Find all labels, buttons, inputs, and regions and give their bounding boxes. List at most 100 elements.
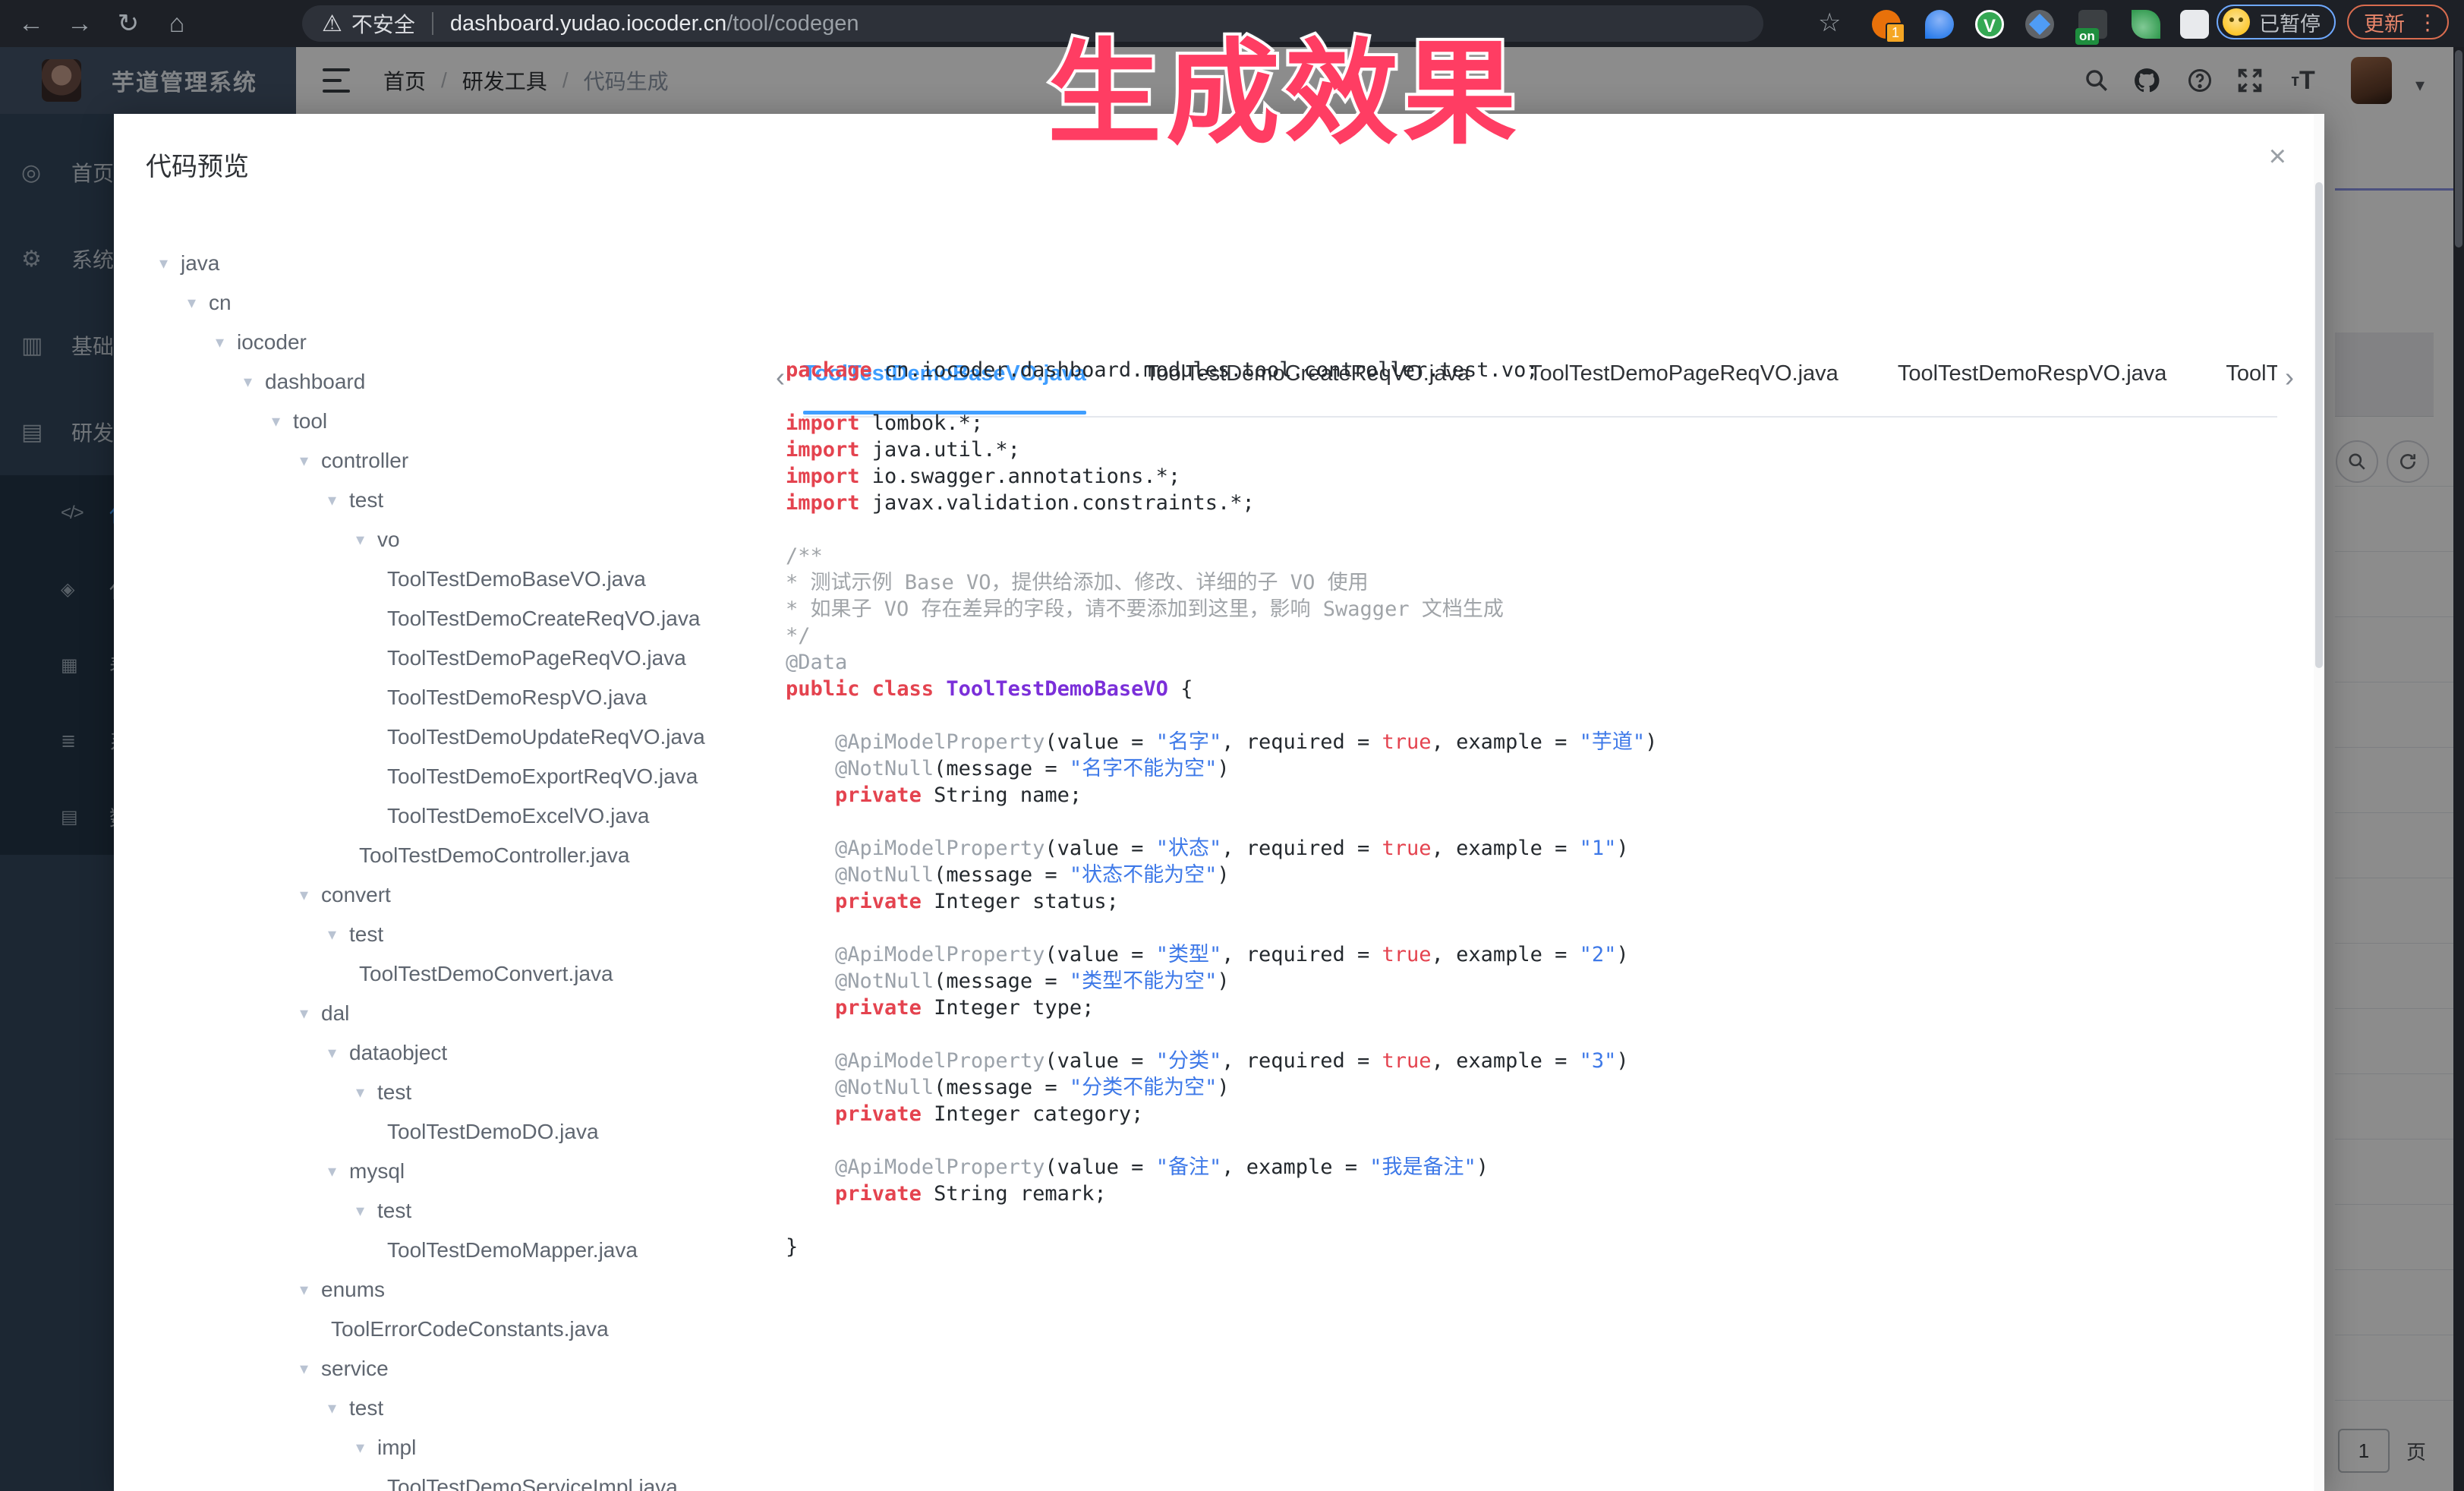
browser-update-button[interactable]: 更新 ⋮: [2347, 5, 2449, 39]
tree-caret-icon[interactable]: ▾: [300, 1280, 321, 1300]
tree-caret-icon[interactable]: ▾: [328, 1398, 349, 1418]
tree-caret-icon[interactable]: ▾: [216, 333, 237, 352]
tree-folder-node[interactable]: ▾dataobject: [114, 1033, 759, 1073]
tree-folder-node[interactable]: ▾mysql: [114, 1152, 759, 1191]
browser-reload-button[interactable]: ↻: [111, 6, 146, 41]
tree-node-label: impl: [377, 1436, 416, 1460]
extension-icon-diamond[interactable]: [2025, 10, 2054, 39]
tree-caret-icon[interactable]: ▾: [187, 293, 209, 313]
extension-icon-switch[interactable]: on: [2078, 10, 2107, 39]
tree-folder-node[interactable]: ▾service: [114, 1349, 759, 1389]
code-line: [786, 516, 2296, 543]
tree-folder-node[interactable]: ▾controller: [114, 441, 759, 481]
tree-caret-icon[interactable]: ▾: [328, 925, 349, 944]
tree-folder-node[interactable]: ▾test: [114, 915, 759, 954]
insecure-warning-icon: ⚠: [322, 11, 342, 37]
dialog-close-icon[interactable]: ×: [2269, 141, 2286, 172]
tree-folder-node[interactable]: ▾iocoder: [114, 323, 759, 362]
tree-folder-node[interactable]: ▾dashboard: [114, 362, 759, 402]
tree-caret-icon[interactable]: ▾: [159, 254, 181, 273]
code-line: private String remark;: [786, 1181, 2296, 1207]
extension-icon-orange[interactable]: 1: [1872, 10, 1901, 39]
code-line: import lombok.*;: [786, 410, 2296, 437]
tree-caret-icon[interactable]: ▾: [272, 411, 293, 431]
tree-node-label: test: [377, 1199, 411, 1223]
dialog-scrollbar[interactable]: [2314, 114, 2324, 1491]
extension-icon-green-v[interactable]: V: [1975, 10, 2004, 39]
tree-caret-icon[interactable]: ▾: [356, 1438, 377, 1458]
tree-file-node[interactable]: ToolTestDemoController.java: [114, 836, 759, 875]
code-line: [786, 383, 2296, 410]
tree-node-label: convert: [321, 883, 391, 907]
tree-caret-icon[interactable]: ▾: [300, 1004, 321, 1023]
tree-node-label: ToolTestDemoCreateReqVO.java: [387, 607, 700, 631]
tree-caret-icon[interactable]: ▾: [328, 490, 349, 510]
tree-caret-icon[interactable]: ▾: [356, 1083, 377, 1102]
tree-folder-node[interactable]: ▾tool: [114, 402, 759, 441]
tree-caret-icon[interactable]: ▾: [328, 1043, 349, 1063]
tabs-scroll-left-icon[interactable]: ‹: [776, 361, 785, 393]
extension-badge: 1: [1886, 23, 1905, 43]
extensions-puzzle-icon[interactable]: [2180, 10, 2209, 39]
tree-caret-icon[interactable]: ▾: [356, 530, 377, 550]
code-line: @ApiModelProperty(value = "备注", example …: [786, 1154, 2296, 1181]
tree-folder-node[interactable]: ▾enums: [114, 1270, 759, 1310]
browser-scrollbar-thumb[interactable]: [2455, 50, 2462, 247]
tree-node-label: dataobject: [349, 1041, 447, 1065]
tree-node-label: ToolTestDemoDO.java: [387, 1120, 599, 1144]
update-label: 更新: [2364, 8, 2405, 37]
browser-forward-button[interactable]: →: [62, 6, 97, 41]
extension-icon-leaf[interactable]: [2132, 10, 2160, 39]
tree-folder-node[interactable]: ▾test: [114, 481, 759, 520]
browser-scrollbar[interactable]: [2453, 47, 2464, 1491]
tree-caret-icon[interactable]: ▾: [300, 451, 321, 471]
tree-folder-node[interactable]: ▾test: [114, 1073, 759, 1112]
tree-file-node[interactable]: ToolTestDemoRespVO.java: [114, 678, 759, 717]
tree-node-label: vo: [377, 528, 400, 552]
tree-file-node[interactable]: ToolTestDemoBaseVO.java: [114, 560, 759, 599]
tree-caret-icon[interactable]: ▾: [300, 1359, 321, 1379]
tree-file-node[interactable]: ToolTestDemoExcelVO.java: [114, 796, 759, 836]
tree-folder-node[interactable]: ▾impl: [114, 1428, 759, 1467]
tree-folder-node[interactable]: ▾java: [114, 244, 759, 283]
tree-folder-node[interactable]: ▾test: [114, 1191, 759, 1231]
code-line: * 测试示例 Base VO，提供给添加、修改、详细的子 VO 使用: [786, 569, 2296, 596]
tree-file-node[interactable]: ToolTestDemoUpdateReqVO.java: [114, 717, 759, 757]
browser-home-button[interactable]: ⌂: [159, 6, 194, 41]
tree-node-label: service: [321, 1357, 389, 1381]
tree-file-node[interactable]: ToolTestDemoPageReqVO.java: [114, 638, 759, 678]
code-line: @ApiModelProperty(value = "状态", required…: [786, 835, 2296, 862]
tree-file-node[interactable]: ToolTestDemoExportReqVO.java: [114, 757, 759, 796]
tree-caret-icon[interactable]: ▾: [356, 1201, 377, 1221]
tree-file-node[interactable]: ToolTestDemoConvert.java: [114, 954, 759, 994]
tree-node-label: ToolTestDemoRespVO.java: [387, 686, 647, 710]
tree-node-label: ToolTestDemoBaseVO.java: [387, 567, 646, 591]
browser-back-button[interactable]: ←: [14, 6, 49, 41]
code-line: package cn.iocoder.dashboard.modules.too…: [786, 357, 2296, 383]
tree-file-node[interactable]: ToolErrorCodeConstants.java: [114, 1310, 759, 1349]
tree-folder-node[interactable]: ▾vo: [114, 520, 759, 560]
tree-folder-node[interactable]: ▾cn: [114, 283, 759, 323]
tree-file-node[interactable]: ToolTestDemoServiceImpl.java: [114, 1467, 759, 1491]
code-preview-dialog: 代码预览 × ▾java▾cn▾iocoder▾dashboard▾tool▾c…: [114, 114, 2324, 1491]
browser-menu-icon[interactable]: ⋮: [2417, 10, 2438, 35]
code-line: import java.util.*;: [786, 437, 2296, 463]
tree-caret-icon[interactable]: ▾: [328, 1162, 349, 1181]
browser-profile-button[interactable]: 已暂停: [2217, 5, 2336, 39]
tree-folder-node[interactable]: ▾test: [114, 1389, 759, 1428]
bookmark-star-icon[interactable]: ☆: [1818, 8, 1847, 36]
tree-node-label: enums: [321, 1278, 385, 1302]
code-line: @Data: [786, 649, 2296, 676]
tree-caret-icon[interactable]: ▾: [300, 885, 321, 905]
dialog-scrollbar-thumb[interactable]: [2315, 182, 2323, 668]
address-bar[interactable]: ⚠ 不安全 dashboard.yudao.iocoder.cn /tool/c…: [302, 5, 1763, 42]
tree-node-label: ToolTestDemoExportReqVO.java: [387, 764, 698, 789]
dialog-title: 代码预览: [146, 146, 249, 183]
tree-file-node[interactable]: ToolTestDemoDO.java: [114, 1112, 759, 1152]
tree-folder-node[interactable]: ▾convert: [114, 875, 759, 915]
tree-file-node[interactable]: ToolTestDemoMapper.java: [114, 1231, 759, 1270]
tree-caret-icon[interactable]: ▾: [244, 372, 265, 392]
extension-icon-pin[interactable]: [1925, 10, 1954, 39]
tree-folder-node[interactable]: ▾dal: [114, 994, 759, 1033]
tree-file-node[interactable]: ToolTestDemoCreateReqVO.java: [114, 599, 759, 638]
